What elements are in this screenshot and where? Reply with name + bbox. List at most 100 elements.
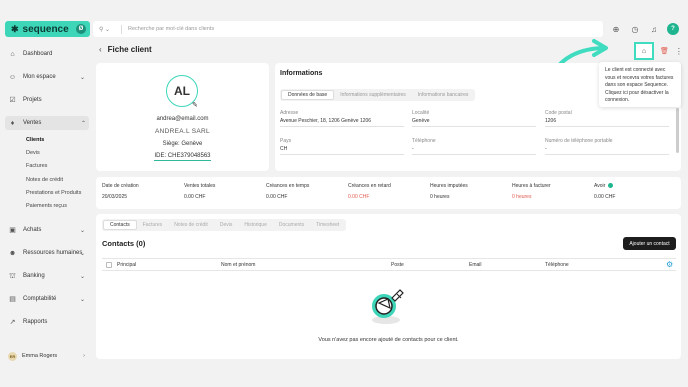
informations-title: Informations [280, 70, 323, 77]
client-stats: Date de création 20/03/2025 Ventes total… [96, 177, 681, 209]
sidebar-subitem-factures[interactable]: Factures [26, 163, 47, 169]
stat-value: 0.00 CHF [184, 194, 206, 200]
search-scope-select[interactable]: ⚲ ⌄ [93, 26, 115, 33]
sidebar-item-label: Achats [23, 227, 42, 233]
sidebar: ✱ sequence Ø ⌂ Dashboard ☺ Mon espace ⌄ … [0, 0, 93, 387]
help-icon[interactable]: ? [667, 23, 679, 35]
stat-label: Heures à facturer [512, 183, 551, 189]
divider [121, 24, 122, 34]
tab-devis[interactable]: Devis [214, 220, 239, 230]
stat-heures-facturer: Heures à facturer 0 heures [512, 183, 551, 200]
people-icon: ☻ [8, 249, 17, 257]
sidebar-subitem-paiements[interactable]: Paiements reçus [26, 203, 67, 209]
field-localite: Localité Genève [412, 110, 536, 127]
sidebar-item-rapports[interactable]: ↗ Rapports [8, 315, 88, 329]
column-poste[interactable]: Poste [391, 262, 404, 268]
column-principal[interactable]: Principal [117, 262, 136, 268]
sidebar-subitem-clients[interactable]: Clients [26, 137, 44, 143]
column-nom-prenom[interactable]: Nom et prénom [221, 262, 255, 268]
sidebar-item-achats[interactable]: ▣ Achats ⌄ [8, 223, 88, 237]
sidebar-item-dashboard[interactable]: ⌂ Dashboard [8, 47, 88, 61]
tab-infos-bancaires[interactable]: Informations bancaires [412, 90, 475, 100]
chevron-down-icon: ⌄ [79, 296, 85, 303]
tab-factures[interactable]: Factures [137, 220, 168, 230]
sidebar-item-ventes[interactable]: ♦ Ventes ⌃ [5, 116, 89, 130]
logo-mark-icon: ✱ [11, 23, 19, 34]
tab-timesheet[interactable]: Timesheet [310, 220, 345, 230]
field-adresse: Adresse Avenue Peschier, 18, 1206 Genève… [280, 110, 404, 127]
contacts-table-header: Principal Nom et prénom Poste Email Télé… [102, 258, 676, 271]
chevron-up-icon: ⌃ [80, 120, 86, 127]
chevron-right-icon: › [83, 353, 85, 359]
sidebar-item-label: Ressources humaines [23, 250, 83, 256]
sidebar-item-comptabilite[interactable]: ▤ Comptabilité ⌄ [8, 292, 88, 306]
stat-label-row: Avoir [594, 183, 615, 189]
sidebar-subitem-prestations[interactable]: Prestations et Produits [26, 190, 81, 196]
add-contact-button[interactable]: Ajouter un contact [623, 237, 676, 250]
search-input[interactable]: Recherche par mot-clé dans clients [128, 26, 214, 32]
avatar: ER [8, 351, 17, 361]
stat-value: 0 heures [512, 194, 532, 200]
home-icon: ⌂ [10, 50, 15, 58]
stat-label: Heures imputées [430, 183, 468, 189]
column-email[interactable]: Email [469, 262, 482, 268]
shopping-bag-icon: ▣ [9, 227, 16, 234]
client-email: andrea@email.com [156, 116, 209, 122]
more-options-icon[interactable]: ⋮ [675, 47, 683, 56]
sidebar-item-label: Comptabilité [23, 296, 57, 302]
chevron-down-icon: ⌄ [79, 227, 85, 234]
logo-badge[interactable]: Ø [76, 24, 86, 34]
stat-creances-temps: Créances en temps 0.00 CHF [266, 183, 309, 200]
column-telephone[interactable]: Téléphone [545, 262, 569, 268]
sidebar-item-banking[interactable]: ⛫ Banking ⌄ [8, 269, 88, 283]
stat-value: 0.00 CHF [266, 194, 288, 200]
client-profile-card: AL ✎ andrea@email.com ANDREA.L SARL Sièg… [96, 63, 269, 171]
top-icons: ⊕ ◷ ♫ ? [610, 23, 679, 35]
search-bar[interactable]: ⚲ ⌄ Recherche par mot-clé dans clients [93, 21, 603, 37]
tab-infos-supplementaires[interactable]: Informations supplémentaires [334, 90, 412, 100]
checkbox-icon: ☑ [9, 97, 16, 104]
sidebar-subitem-notes-credit[interactable]: Notes de crédit [26, 177, 63, 183]
field-telephone: Téléphone - [412, 138, 536, 155]
sidebar-item-mon-espace[interactable]: ☺ Mon espace ⌄ [8, 70, 88, 84]
tab-historique[interactable]: Historique [238, 220, 273, 230]
contacts-card: Contacts Factures Notes de crédit Devis … [96, 214, 681, 359]
field-portable: Numéro de téléphone portable - [545, 138, 669, 155]
stat-avoir: Avoir 0.00 CHF [594, 183, 615, 200]
field-value: Avenue Peschier, 18, 1206 Genève 1206 [280, 118, 404, 127]
logo-text: sequence [22, 23, 69, 35]
sidebar-item-label: Dashboard [23, 51, 53, 57]
edit-pencil-icon[interactable]: ✎ [192, 101, 198, 109]
select-all-checkbox[interactable] [106, 262, 112, 268]
tab-contacts[interactable]: Contacts [103, 220, 137, 230]
field-value: 1206 [545, 118, 669, 127]
delete-icon[interactable]: 🗑 [660, 47, 669, 55]
tab-donnees-base[interactable]: Données de base [281, 90, 335, 100]
field-label: Pays [280, 138, 292, 144]
tab-documents[interactable]: Documents [273, 220, 310, 230]
sidebar-item-projets[interactable]: ☑ Projets [8, 93, 88, 107]
sidebar-subitem-devis[interactable]: Devis [26, 150, 40, 156]
field-label: Numéro de téléphone portable [545, 138, 613, 144]
client-connection-button[interactable]: ⌂ [634, 42, 654, 60]
client-siege: Siège: Genève [162, 141, 203, 147]
add-circle-icon[interactable]: ⊕ [610, 23, 622, 35]
contacts-title: Contacts (0) [102, 239, 146, 248]
chevron-down-icon: ⌄ [79, 250, 85, 257]
field-value: Genève [412, 118, 536, 127]
client-ide: IDE: CHE379048563 [96, 153, 269, 161]
clock-icon[interactable]: ◷ [629, 23, 641, 35]
user-menu[interactable]: ER Emma Rogers › [8, 350, 88, 362]
client-ide-text: IDE: CHE379048563 [154, 153, 211, 161]
back-arrow-icon[interactable]: ‹ [99, 45, 102, 54]
stat-value: 0 heures [430, 194, 450, 200]
gear-icon[interactable]: ⚙ [666, 260, 673, 269]
stat-label: Ventes totales [184, 183, 216, 189]
tab-notes-credit[interactable]: Notes de crédit [168, 220, 214, 230]
sequence-logo[interactable]: ✱ sequence Ø [5, 21, 90, 37]
info-scrollbar[interactable] [676, 108, 679, 153]
sidebar-item-ressources-humaines[interactable]: ☻ Ressources humaines ⌄ [8, 246, 88, 260]
bell-icon[interactable]: ♫ [648, 23, 660, 35]
field-label: Téléphone [412, 138, 436, 144]
ledger-icon: ▤ [9, 296, 16, 303]
